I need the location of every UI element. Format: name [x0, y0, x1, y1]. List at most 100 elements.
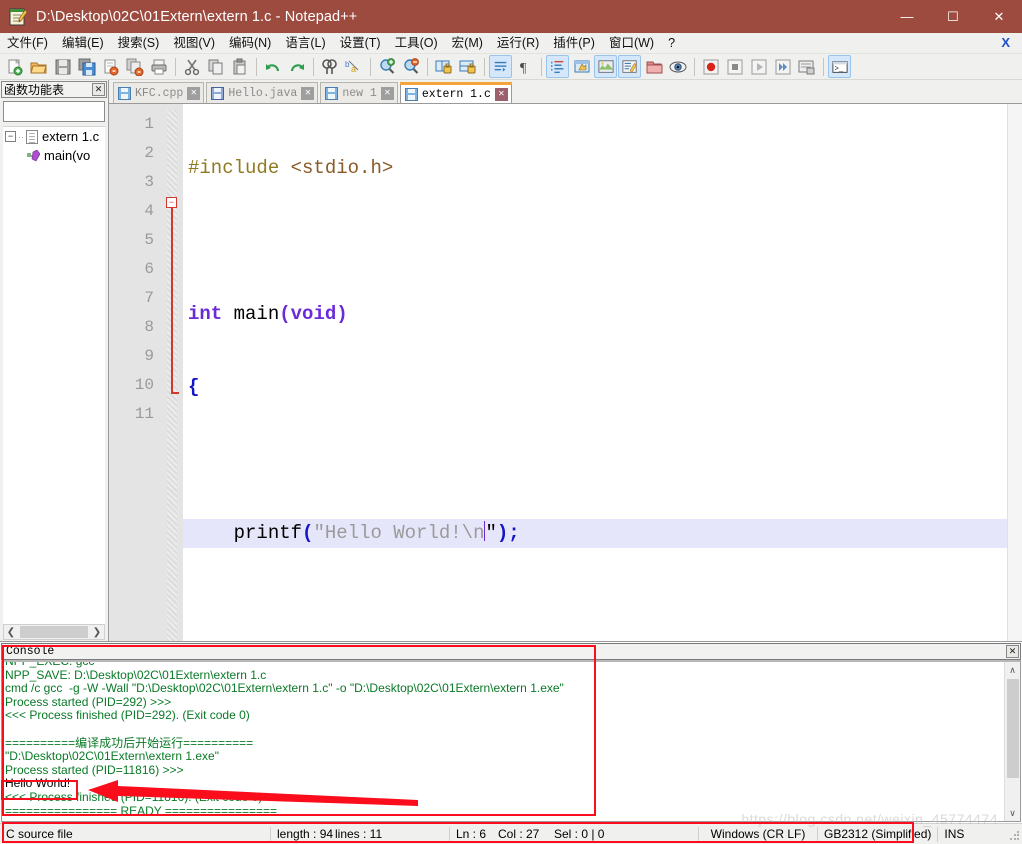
menu-settings[interactable]: 设置(T)	[333, 34, 388, 53]
tab-bar: KFC.cpp ✕ Hello.java ✕ new 1 ✕ extern 1.…	[109, 80, 1022, 104]
new-file-icon[interactable]	[3, 55, 26, 78]
paste-icon[interactable]	[228, 55, 251, 78]
minimize-button[interactable]: —	[884, 0, 930, 33]
tree-collapse-icon[interactable]: −	[5, 131, 16, 142]
line-number: 4	[144, 202, 154, 220]
cut-icon[interactable]	[180, 55, 203, 78]
close-document-button[interactable]: X	[1001, 35, 1010, 50]
start-record-macro-icon[interactable]	[699, 55, 722, 78]
token: main	[233, 303, 280, 325]
toolbar-separator	[484, 57, 485, 76]
tab-close-icon[interactable]: ✕	[494, 87, 508, 101]
menu-view[interactable]: 视图(V)	[166, 34, 222, 53]
undo-icon[interactable]	[261, 55, 284, 78]
tab-new-1[interactable]: new 1 ✕	[320, 82, 398, 103]
sync-horizontal-scroll-icon[interactable]	[456, 55, 479, 78]
stop-record-macro-icon[interactable]	[723, 55, 746, 78]
menu-run[interactable]: 运行(R)	[490, 34, 546, 53]
copy-icon[interactable]	[204, 55, 227, 78]
console-scroll-thumb[interactable]	[1006, 679, 1019, 778]
play-macro-icon[interactable]	[747, 55, 770, 78]
function-list-panel: 函数功能表 ✕ − ·· extern 1.c main(vo ❮ ❯	[0, 80, 109, 641]
function-search-input[interactable]	[3, 101, 105, 122]
close-window-button[interactable]: ✕	[976, 0, 1022, 33]
run-icon[interactable]: >_	[828, 55, 851, 78]
scroll-up-icon[interactable]: ∧	[1009, 662, 1016, 678]
scroll-down-icon[interactable]: ∨	[1009, 805, 1016, 821]
save-macro-icon[interactable]	[795, 55, 818, 78]
user-defined-dialog-icon[interactable]	[570, 55, 593, 78]
find-icon[interactable]	[318, 55, 341, 78]
zoom-out-icon[interactable]	[399, 55, 422, 78]
token: )	[496, 522, 509, 544]
redo-icon[interactable]	[285, 55, 308, 78]
show-doc-map-icon[interactable]	[594, 55, 617, 78]
tab-close-icon[interactable]: ✕	[380, 86, 394, 100]
menu-tools[interactable]: 工具(O)	[388, 34, 445, 53]
tree-item-file[interactable]: − ·· extern 1.c	[3, 127, 105, 146]
run-macro-multiple-icon[interactable]	[771, 55, 794, 78]
tab-close-icon[interactable]: ✕	[187, 86, 201, 100]
save-all-icon[interactable]	[75, 55, 98, 78]
fold-collapse-icon[interactable]: −	[166, 197, 177, 208]
code-text[interactable]: #include <stdio.h> int main(void) { prin…	[183, 104, 1007, 641]
function-list-close-icon[interactable]: ✕	[92, 83, 105, 96]
code-line-4[interactable]: {	[183, 373, 1007, 402]
scroll-left-icon[interactable]: ❮	[4, 627, 18, 638]
saved-file-icon	[325, 86, 339, 100]
close-file-icon[interactable]	[99, 55, 122, 78]
code-line-3[interactable]: int main(void)	[183, 300, 1007, 329]
menu-encoding[interactable]: 编码(N)	[222, 34, 278, 53]
sync-vertical-scroll-icon[interactable]	[432, 55, 455, 78]
tab-label: extern 1.c	[421, 87, 491, 101]
resize-grip[interactable]	[1009, 831, 1020, 842]
close-all-icon[interactable]	[123, 55, 146, 78]
code-line-2[interactable]	[183, 227, 1007, 256]
code-line-7[interactable]	[183, 592, 1007, 621]
tab-hello-java[interactable]: Hello.java ✕	[206, 82, 319, 103]
console-vertical-scrollbar[interactable]: ∧ ∨	[1004, 662, 1020, 821]
menu-window[interactable]: 窗口(W)	[602, 34, 661, 53]
print-icon[interactable]	[147, 55, 170, 78]
replace-icon[interactable]: ba	[342, 55, 365, 78]
hscroll-thumb[interactable]	[20, 626, 88, 638]
editor-vertical-scrollbar[interactable]	[1007, 104, 1022, 641]
menu-language[interactable]: 语言(L)	[278, 34, 332, 53]
function-list-icon[interactable]	[618, 55, 641, 78]
open-file-icon[interactable]	[27, 55, 50, 78]
menu-search[interactable]: 搜索(S)	[111, 34, 167, 53]
code-line-6[interactable]: printf("Hello World!\n");	[183, 519, 1007, 548]
line-number: 6	[144, 260, 154, 278]
code-editor[interactable]: 1 2 3 4 5 6 7 8 9 10 11 − #include <stdi…	[109, 104, 1022, 641]
scroll-right-icon[interactable]: ❯	[90, 627, 104, 638]
menu-plugins[interactable]: 插件(P)	[546, 34, 602, 53]
menu-help[interactable]: ?	[661, 34, 682, 53]
monitoring-icon[interactable]	[666, 55, 689, 78]
fold-range-end	[171, 392, 179, 394]
show-all-chars-icon[interactable]: ¶	[513, 55, 536, 78]
console-output[interactable]: NPP_EXEC: gcc NPP_SAVE: D:\Desktop\02C\01…	[2, 662, 1004, 821]
console-title: Console	[6, 645, 55, 658]
console-body[interactable]: NPP_EXEC: gcc NPP_SAVE: D:\Desktop\02C\01…	[1, 660, 1021, 822]
word-wrap-icon[interactable]	[489, 55, 512, 78]
code-line-1[interactable]: #include <stdio.h>	[183, 154, 1007, 183]
toolbar-separator	[175, 57, 176, 76]
save-icon[interactable]	[51, 55, 74, 78]
tab-extern-1-c[interactable]: extern 1.c ✕	[399, 82, 512, 103]
menu-macro[interactable]: 宏(M)	[445, 34, 490, 53]
function-list-hscrollbar[interactable]: ❮ ❯	[3, 624, 105, 640]
folder-as-workspace-icon[interactable]	[642, 55, 665, 78]
tab-close-icon[interactable]: ✕	[301, 86, 315, 100]
menu-edit[interactable]: 编辑(E)	[55, 34, 111, 53]
menu-file[interactable]: 文件(F)	[0, 34, 55, 53]
console-close-icon[interactable]: ✕	[1006, 645, 1019, 658]
tab-label: KFC.cpp	[135, 86, 184, 100]
tab-kfc-cpp[interactable]: KFC.cpp ✕	[113, 82, 205, 103]
tree-item-function[interactable]: main(vo	[3, 146, 105, 165]
code-line-5[interactable]	[183, 446, 1007, 475]
zoom-in-icon[interactable]	[375, 55, 398, 78]
code-folding-margin[interactable]: −	[161, 104, 183, 641]
maximize-button[interactable]: ☐	[930, 0, 976, 33]
indent-guide-icon[interactable]	[546, 55, 569, 78]
